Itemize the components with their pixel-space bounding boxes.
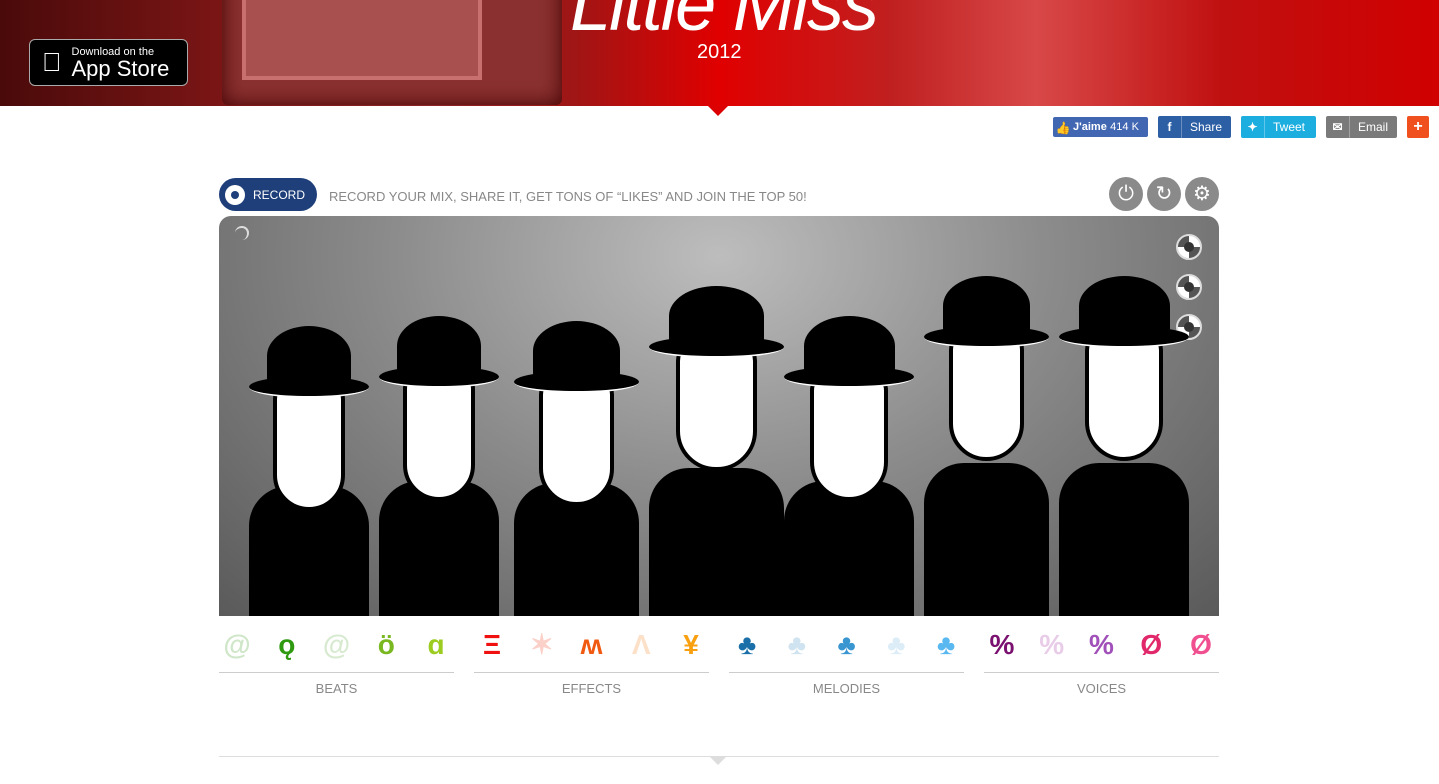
group-effects: Ξ ✶ ʍ Ʌ ¥ EFFECTS <box>474 628 709 696</box>
group-label: MELODIES <box>812 681 881 696</box>
sound-voices-1-icon[interactable]: % <box>986 628 1018 662</box>
facebook-share-button[interactable]: f Share <box>1158 116 1231 138</box>
sound-beats-4-icon[interactable]: ö <box>370 628 402 662</box>
character-3[interactable] <box>514 321 639 616</box>
character-stage[interactable] <box>219 216 1219 616</box>
tv-illustration <box>222 0 562 105</box>
record-icon <box>225 184 245 205</box>
sound-effects-3-icon[interactable]: ʍ <box>576 628 608 662</box>
sound-voices-2-icon[interactable]: % <box>1036 628 1068 662</box>
appstore-line2: App Store <box>52 55 170 81</box>
sound-beats-2-icon[interactable]: ǫ <box>271 628 303 662</box>
character-7[interactable] <box>1059 276 1189 616</box>
character-4[interactable] <box>649 286 784 616</box>
group-divider <box>729 672 964 673</box>
group-divider <box>219 672 454 673</box>
sound-voices-4-icon[interactable]: Ø <box>1135 628 1167 662</box>
song-title: Little Miss <box>570 0 879 46</box>
banner: Little Miss 2012  Download on theApp St… <box>0 0 1439 106</box>
power-button[interactable]: ⏻ <box>1109 177 1143 211</box>
group-divider <box>474 672 709 673</box>
like-label: J'aime <box>1073 121 1107 133</box>
group-label: VOICES <box>1076 681 1127 696</box>
facebook-icon: f <box>1158 116 1182 138</box>
sound-beats-3-icon[interactable]: @ <box>321 628 353 662</box>
sound-effects-5-icon[interactable]: ¥ <box>675 628 707 662</box>
twitter-icon: ✦ <box>1241 116 1265 138</box>
reset-button[interactable]: ↻ <box>1147 177 1181 211</box>
song-year: 2012 <box>697 41 742 63</box>
email-button[interactable]: ✉ Email <box>1326 116 1397 138</box>
settings-button[interactable]: ⚙ <box>1185 177 1219 211</box>
group-label: EFFECTS <box>561 681 622 696</box>
tweet-button[interactable]: ✦ Tweet <box>1241 116 1316 138</box>
loading-icon <box>235 226 249 240</box>
sound-beats-1-icon[interactable]: @ <box>221 628 253 662</box>
envelope-icon: ✉ <box>1326 116 1350 138</box>
sound-melodies-4-icon[interactable]: ♣ <box>880 628 912 662</box>
sound-effects-2-icon[interactable]: ✶ <box>526 628 558 662</box>
record-button[interactable]: RECORD <box>219 178 317 211</box>
sound-effects-4-icon[interactable]: Ʌ <box>625 628 657 662</box>
thumbs-up-icon: 👍 <box>1055 121 1071 135</box>
sound-melodies-5-icon[interactable]: ♣ <box>930 628 962 662</box>
divider-arrow <box>709 756 727 766</box>
sound-melodies-1-icon[interactable]: ♣ <box>731 628 763 662</box>
character-2[interactable] <box>379 316 499 616</box>
group-label: BEATS <box>315 681 358 696</box>
more-share-button[interactable]: + <box>1407 116 1429 138</box>
plus-icon: + <box>1413 118 1423 135</box>
app-store-button[interactable]:  Download on theApp Store <box>29 39 188 86</box>
banner-pointer <box>708 106 728 116</box>
character-1[interactable] <box>249 326 369 616</box>
sound-melodies-2-icon[interactable]: ♣ <box>781 628 813 662</box>
group-divider <box>984 672 1219 673</box>
solo-icon[interactable] <box>1176 234 1202 260</box>
record-label: RECORD <box>253 187 306 202</box>
refresh-icon: ↻ <box>1155 183 1173 205</box>
apple-icon:  <box>42 47 62 78</box>
sound-voices-5-icon[interactable]: Ø <box>1185 628 1217 662</box>
character-6[interactable] <box>924 276 1049 616</box>
gear-icon: ⚙ <box>1193 183 1211 205</box>
group-melodies: ♣ ♣ ♣ ♣ ♣ MELODIES <box>729 628 964 696</box>
sound-melodies-3-icon[interactable]: ♣ <box>831 628 863 662</box>
facebook-like-button[interactable]: 👍 J'aime 414 K <box>1053 117 1148 137</box>
power-icon: ⏻ <box>1118 183 1134 205</box>
email-label: Email <box>1358 120 1389 134</box>
sound-effects-1-icon[interactable]: Ξ <box>476 628 508 662</box>
character-5[interactable] <box>784 316 914 616</box>
sound-beats-5-icon[interactable]: ɑ <box>420 628 452 662</box>
sound-groups: @ ǫ @ ö ɑ BEATS Ξ ✶ ʍ Ʌ ¥ EFFECTS ♣ ♣ ♣ ♣ ♣ MELODIES%%% Ø Ø… <box>219 628 1219 696</box>
group-beats: @ ǫ @ ö ɑ BEATS <box>219 628 454 696</box>
group-voices: %%% Ø Ø VOICES <box>984 628 1219 696</box>
share-label: Share <box>1190 120 1223 134</box>
like-count: 414 K <box>1110 121 1139 133</box>
tweet-label: Tweet <box>1273 120 1306 134</box>
tagline: RECORD YOUR MIX, SHARE IT, GET TONS OF “… <box>329 189 807 204</box>
sound-voices-3-icon[interactable]: % <box>1086 628 1118 662</box>
